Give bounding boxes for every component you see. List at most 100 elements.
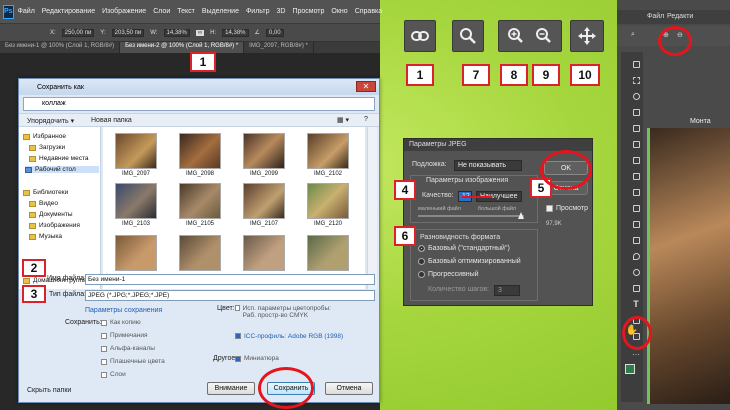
thumbnail-image[interactable] xyxy=(243,235,285,271)
thumbnail-image[interactable] xyxy=(307,183,349,219)
x-field[interactable]: 250,00 пи xyxy=(61,28,95,37)
filetype-label: Тип файла: xyxy=(49,291,87,298)
thumbnail-image[interactable] xyxy=(307,133,349,169)
layers-checkbox[interactable]: Слои xyxy=(101,371,126,378)
zoom-in-icon[interactable] xyxy=(502,27,558,45)
crop-tool-icon[interactable] xyxy=(629,122,643,134)
thumbnail-image[interactable] xyxy=(115,183,157,219)
menu-image[interactable]: Изображение xyxy=(102,8,146,15)
zoom-icon[interactable]: ⌕ xyxy=(631,31,635,39)
thumbnail-image[interactable] xyxy=(115,235,157,271)
nav-downloads[interactable]: Загрузки xyxy=(29,144,65,151)
link-icon[interactable] xyxy=(404,20,436,52)
progressive-radio[interactable]: Прогрессивный xyxy=(418,271,479,278)
ps-right-menu: Файл Редакти xyxy=(617,10,730,24)
nav-video[interactable]: Видео xyxy=(29,200,58,207)
brush-tool-icon[interactable] xyxy=(629,170,643,182)
preview-checkbox[interactable]: Просмотр xyxy=(546,205,588,212)
matte-select[interactable]: Не показывать xyxy=(454,160,522,171)
hide-folders-toggle[interactable]: Скрыть папки xyxy=(27,387,71,394)
h-field[interactable]: 14,38% xyxy=(222,28,249,37)
zoom-icon[interactable] xyxy=(452,20,484,52)
clone-stamp-icon[interactable] xyxy=(629,186,643,198)
quality-slider-track[interactable] xyxy=(418,215,524,217)
thumbnail-image[interactable] xyxy=(243,133,285,169)
thumbnail-image[interactable] xyxy=(307,235,349,271)
save-dialog-title: Сохранить как xyxy=(19,79,379,95)
w-field[interactable]: 14,38% xyxy=(163,28,190,37)
move-tool-icon[interactable] xyxy=(629,58,643,70)
file-size-label: 97,9K xyxy=(546,221,562,227)
file-grid-scrollbar[interactable] xyxy=(367,127,377,289)
file-name: IMG_2102 xyxy=(313,171,343,177)
cancel-button[interactable]: Отмена xyxy=(325,382,373,395)
view-options-icon[interactable]: ▦ ▾ xyxy=(337,116,349,124)
healing-brush-icon[interactable] xyxy=(629,154,643,166)
foreground-color-swatch[interactable] xyxy=(625,364,635,374)
nav-recent[interactable]: Недавние места xyxy=(29,155,89,162)
menu-help[interactable]: Справка xyxy=(355,8,382,15)
lasso-tool-icon[interactable] xyxy=(629,90,643,102)
icc-checkbox[interactable]: ICC-профиль: Adobe RGB (1998) xyxy=(235,333,345,340)
menu-layers[interactable]: Слои xyxy=(153,8,170,15)
thumbnail-image[interactable] xyxy=(115,133,157,169)
warning-button[interactable]: Внимание xyxy=(207,382,255,395)
menu-file[interactable]: Файл xyxy=(18,8,35,15)
filename-input[interactable]: Без имени-1 xyxy=(85,274,375,285)
tab-doc-2[interactable]: Без имени-2 @ 100% (Слой 1, RGB/8#) * xyxy=(120,42,245,53)
thumbnail-image[interactable] xyxy=(179,235,221,271)
eraser-icon[interactable] xyxy=(629,218,643,230)
menu-select[interactable]: Выделение xyxy=(202,8,239,15)
menu-3d[interactable]: 3D xyxy=(276,8,285,15)
close-icon[interactable]: ✕ xyxy=(356,81,376,92)
filetype-select[interactable]: JPEG (*.JPG;*.JPEG;*.JPE) xyxy=(85,290,375,301)
thumbnail-image[interactable] xyxy=(179,133,221,169)
images-icon xyxy=(29,222,36,229)
dodge-tool-icon[interactable] xyxy=(629,266,643,278)
history-brush-icon[interactable] xyxy=(629,202,643,214)
nav-images[interactable]: Изображения xyxy=(29,222,80,229)
thumbnail-image[interactable] xyxy=(179,183,221,219)
menu-edit-right[interactable]: Редакти xyxy=(667,13,693,20)
nav-favorites[interactable]: Избранное xyxy=(23,133,66,140)
scans-select[interactable]: 3 xyxy=(494,285,520,296)
pen-tool-icon[interactable] xyxy=(629,282,643,294)
folder-icon xyxy=(29,144,36,151)
quick-select-icon[interactable] xyxy=(629,106,643,118)
thumbnail-checkbox[interactable]: Миниатюра xyxy=(235,355,279,362)
menu-edit[interactable]: Редактирование xyxy=(42,8,95,15)
menu-file-right[interactable]: Файл xyxy=(647,13,664,20)
marquee-tool-icon[interactable] xyxy=(629,74,643,86)
address-bar[interactable]: коллаж xyxy=(23,97,375,111)
tab-doc-1[interactable]: Без имени-1 @ 100% (Слой 1, RGB/8#) xyxy=(0,42,121,53)
menu-window[interactable]: Окно xyxy=(331,8,347,15)
new-folder-button[interactable]: Новая папка xyxy=(91,117,132,124)
nav-desktop[interactable]: Рабочий стол xyxy=(25,166,99,173)
proof-checkbox[interactable]: Исп. параметры цветопробы: Раб. простр-в… xyxy=(235,305,345,319)
tab-doc-3[interactable]: IMG_2097, RGB/8#) * xyxy=(244,42,314,53)
move-icon[interactable] xyxy=(570,20,604,52)
notes-checkbox[interactable]: Примечания xyxy=(101,332,148,339)
alpha-checkbox[interactable]: Альфа-каналы xyxy=(101,345,155,352)
baseline-standard-radio[interactable]: Базовый ("стандартный") xyxy=(418,245,510,252)
gradient-tool-icon[interactable] xyxy=(629,234,643,246)
thumbnail-image[interactable] xyxy=(243,183,285,219)
eyedropper-icon[interactable] xyxy=(629,138,643,150)
nav-documents[interactable]: Документы xyxy=(29,211,73,218)
menu-type[interactable]: Текст xyxy=(177,8,195,15)
nav-music[interactable]: Музыка xyxy=(29,233,62,240)
nav-libraries[interactable]: Библиотеки xyxy=(23,189,68,196)
link-icon[interactable]: ∞ xyxy=(195,29,205,36)
folder-icon xyxy=(29,155,36,162)
help-icon[interactable]: ? xyxy=(364,116,368,123)
y-field[interactable]: 203,50 пи xyxy=(111,28,145,37)
angle-field[interactable]: 0,00 xyxy=(265,28,284,37)
baseline-optimized-radio[interactable]: Базовый оптимизированный xyxy=(418,258,521,265)
type-tool-icon[interactable]: T xyxy=(629,298,643,310)
spot-checkbox[interactable]: Плашечные цвета xyxy=(101,358,165,365)
blur-tool-icon[interactable] xyxy=(629,250,643,262)
organize-button[interactable]: Упорядочить ▾ xyxy=(27,117,74,125)
as-copy-checkbox[interactable]: Как копию xyxy=(101,319,141,326)
menu-filter[interactable]: Фильтр xyxy=(246,8,270,15)
menu-view[interactable]: Просмотр xyxy=(292,8,324,15)
